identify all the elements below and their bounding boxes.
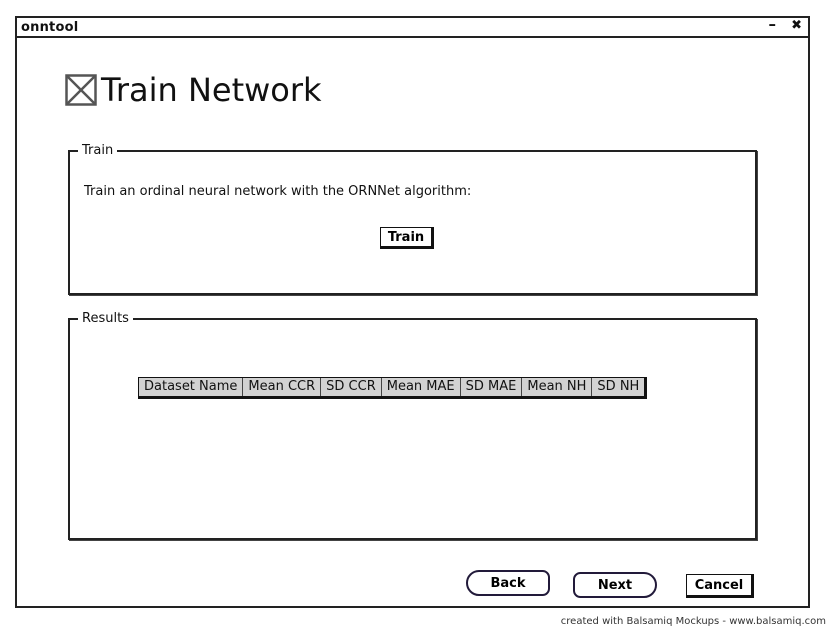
train-description: Train an ordinal neural network with the…: [84, 184, 472, 199]
column-dataset-name[interactable]: Dataset Name: [139, 378, 244, 396]
column-sd-ccr[interactable]: SD CCR: [321, 378, 382, 396]
results-panel: Results Dataset Name Mean CCR SD CCR Mea…: [68, 312, 757, 540]
minimize-icon[interactable]: –: [769, 17, 777, 32]
image-placeholder-icon: [65, 74, 97, 106]
back-button[interactable]: Back: [466, 570, 550, 596]
title-bar: onntool – ✖: [17, 17, 808, 38]
train-button[interactable]: Train: [380, 227, 434, 249]
train-panel: Train Train an ordinal neural network wi…: [68, 144, 757, 295]
next-button[interactable]: Next: [573, 572, 657, 598]
train-panel-legend: Train: [82, 143, 114, 158]
results-table-header: Dataset Name Mean CCR SD CCR Mean MAE SD…: [138, 377, 648, 399]
window-title: onntool: [21, 20, 79, 35]
app-window: onntool – ✖ Train Network Train Train an…: [15, 16, 810, 608]
close-icon[interactable]: ✖: [791, 19, 802, 33]
page-title: Train Network: [101, 71, 322, 109]
column-sd-nh[interactable]: SD NH: [592, 378, 644, 396]
cancel-button[interactable]: Cancel: [686, 574, 754, 598]
results-panel-legend: Results: [82, 311, 129, 326]
credit-text: created with Balsamiq Mockups - www.bals…: [560, 616, 826, 627]
column-mean-nh[interactable]: Mean NH: [522, 378, 593, 396]
column-sd-mae[interactable]: SD MAE: [461, 378, 523, 396]
column-mean-ccr[interactable]: Mean CCR: [243, 378, 322, 396]
column-mean-mae[interactable]: Mean MAE: [382, 378, 461, 396]
